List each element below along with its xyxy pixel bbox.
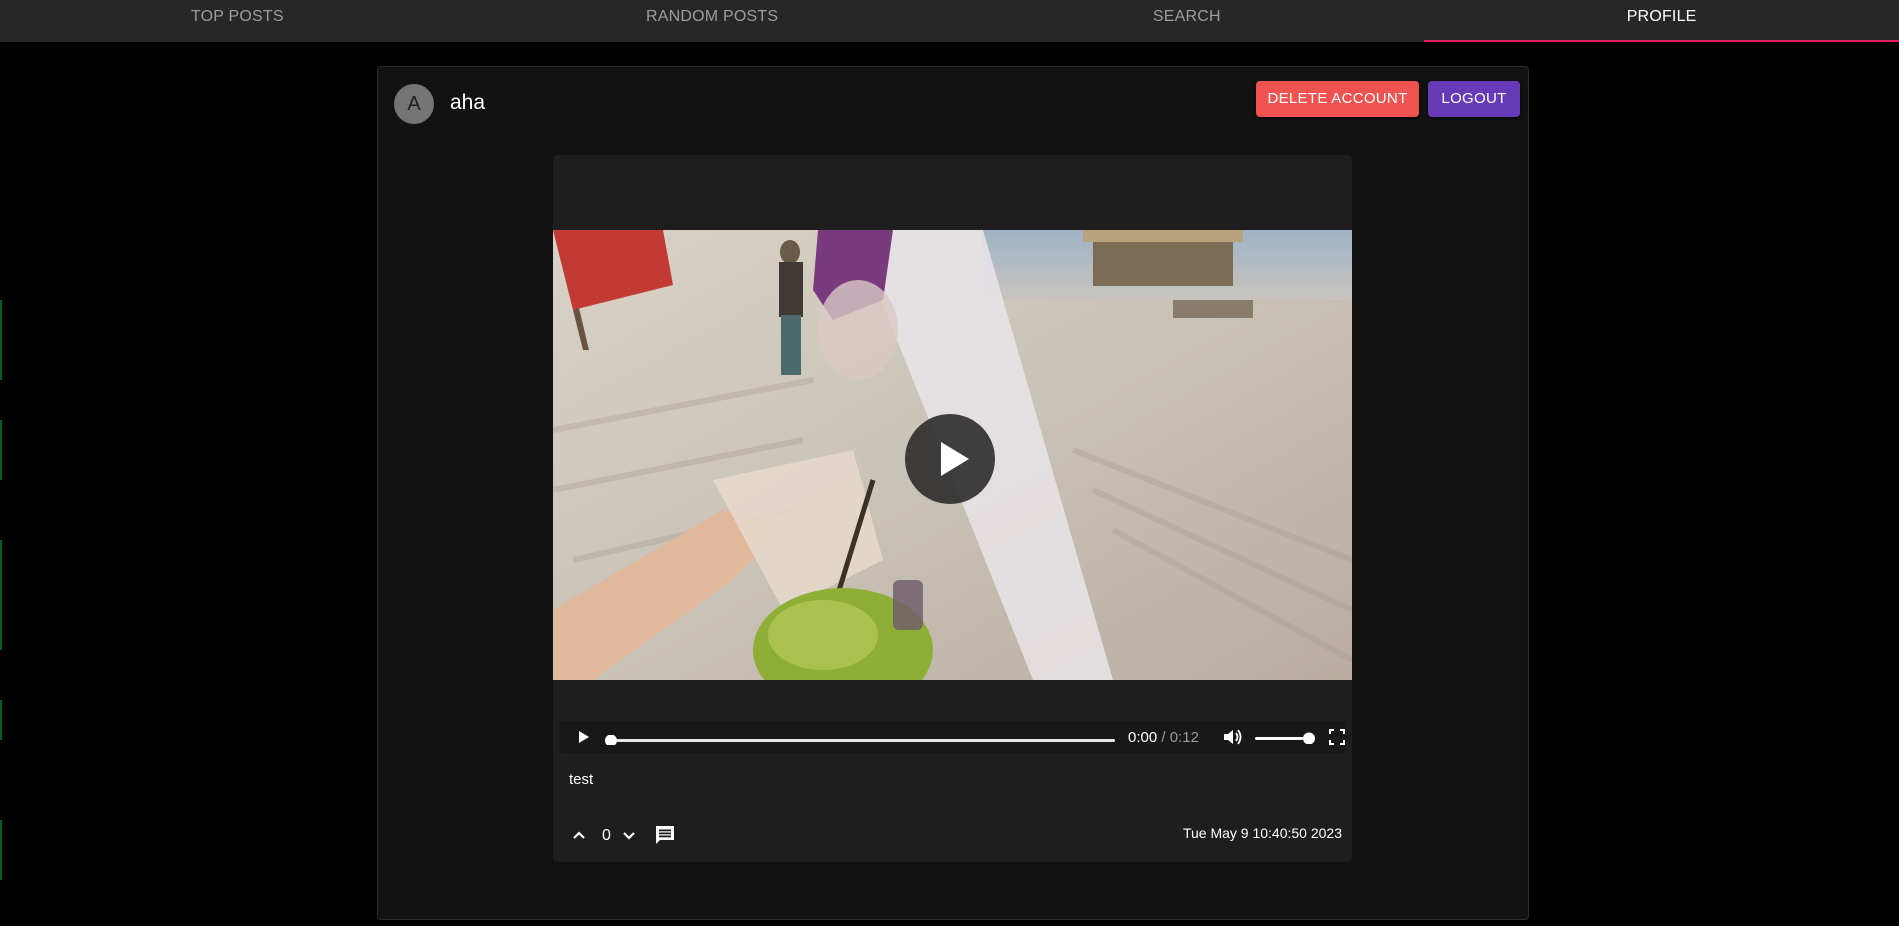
post-card: 0:00 / 0:12 test 0 Tue May 9 10:40:50 20…: [553, 155, 1352, 862]
avatar: A: [394, 84, 434, 124]
username: aha: [450, 91, 486, 114]
post-caption: test: [569, 771, 594, 788]
volume-icon: [1224, 729, 1242, 745]
tab-top-posts[interactable]: TOP POSTS: [0, 0, 475, 42]
edge-artifact: [0, 300, 2, 380]
logout-button[interactable]: LOGOUT: [1428, 81, 1520, 117]
post-date: Tue May 9 10:40:50 2023: [1182, 825, 1342, 841]
duration: 0:12: [1169, 729, 1199, 746]
current-time: 0:00: [1128, 729, 1158, 746]
upvote-icon: [573, 831, 585, 839]
seek-bar[interactable]: [605, 732, 1115, 747]
profile-card: A aha DELETE ACCOUNT LOGOUT 0:00 / 0:12 …: [377, 66, 1529, 920]
play-icon: [579, 731, 589, 743]
mute-button[interactable]: [1222, 727, 1244, 747]
top-nav: TOP POSTS RANDOM POSTS SEARCH PROFILE: [0, 0, 1899, 42]
downvote-icon: [623, 832, 635, 840]
play-icon: [941, 442, 969, 476]
edge-artifact: [0, 700, 2, 740]
volume-slider[interactable]: [1255, 731, 1315, 745]
video-controls: 0:00 / 0:12: [559, 721, 1346, 753]
edge-artifact: [0, 540, 2, 650]
seek-track: [605, 734, 1115, 747]
video-frame[interactable]: [553, 230, 1352, 680]
edge-artifact: [0, 420, 2, 480]
play-overlay-button[interactable]: [905, 414, 995, 504]
fullscreen-icon: [1329, 729, 1345, 745]
comment-button[interactable]: [653, 823, 677, 847]
upvote-button[interactable]: [569, 825, 589, 845]
fullscreen-button[interactable]: [1328, 728, 1346, 746]
comment-icon: [656, 826, 674, 844]
play-button[interactable]: [573, 727, 593, 747]
downvote-button[interactable]: [619, 825, 639, 845]
time-readout: 0:00 / 0:12: [1128, 729, 1199, 746]
tab-profile[interactable]: PROFILE: [1424, 0, 1899, 42]
edge-artifact: [0, 820, 2, 880]
vote-score: 0: [602, 827, 611, 844]
tab-search[interactable]: SEARCH: [950, 0, 1425, 42]
delete-account-button[interactable]: DELETE ACCOUNT: [1256, 81, 1419, 117]
time-separator: /: [1157, 729, 1170, 746]
volume-track: [1255, 732, 1315, 745]
tab-random-posts[interactable]: RANDOM POSTS: [475, 0, 950, 42]
